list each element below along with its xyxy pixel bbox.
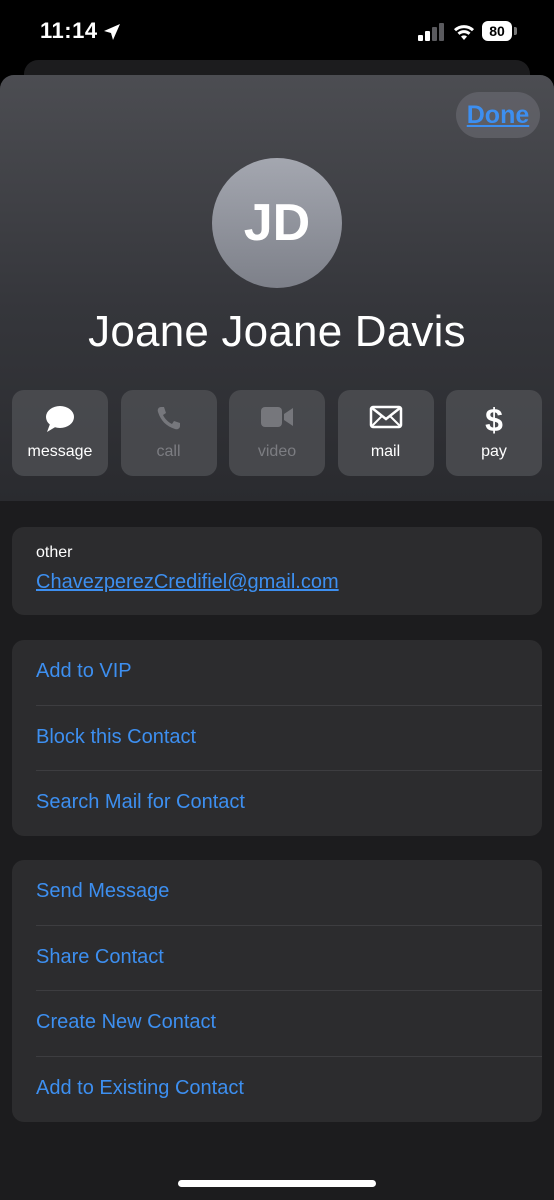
contact-name: Joane Joane Davis: [88, 307, 466, 356]
share-contact-row[interactable]: Share Contact: [12, 926, 542, 992]
dollar-icon: $: [485, 402, 503, 438]
mail-action-button[interactable]: mail: [337, 390, 434, 476]
send-message-row[interactable]: Send Message: [12, 860, 542, 926]
call-action-button[interactable]: call: [120, 390, 217, 476]
row-label: Add to VIP: [36, 660, 132, 682]
action-label: pay: [481, 443, 507, 460]
location-arrow-icon: [104, 24, 120, 40]
row-label: Search Mail for Contact: [36, 791, 245, 813]
email-address-link[interactable]: ChavezperezCredifiel@gmail.com: [36, 571, 339, 594]
row-label: Block this Contact: [36, 725, 197, 748]
contact-header: Done JD Joane Joane Davis message call v…: [0, 75, 554, 501]
video-action-button[interactable]: video: [229, 390, 325, 476]
quick-actions: message call video mail $ pay: [12, 390, 542, 476]
status-bar: 11:14 80: [0, 0, 554, 62]
envelope-icon: [369, 405, 402, 429]
contact-options-list: Send Message Share Contact Create New Co…: [12, 860, 542, 1122]
create-new-contact-row[interactable]: Create New Contact: [12, 991, 542, 1057]
wifi-icon: [453, 25, 475, 40]
home-indicator[interactable]: [178, 1180, 376, 1187]
row-label: Share Contact: [36, 945, 164, 968]
block-contact-row[interactable]: Block this Contact: [12, 706, 542, 772]
action-label: call: [156, 443, 181, 460]
add-to-existing-contact-row[interactable]: Add to Existing Contact: [12, 1057, 542, 1123]
phone-icon: [157, 407, 180, 430]
pay-action-button[interactable]: $ pay: [446, 390, 542, 476]
row-label: Create New Contact: [36, 1011, 217, 1033]
battery-icon: 80: [482, 21, 518, 41]
action-label: mail: [370, 443, 401, 460]
email-card: other ChavezperezCredifiel@gmail.com: [12, 527, 542, 615]
battery-level: 80: [482, 21, 512, 41]
row-label: Send Message: [36, 880, 170, 902]
add-to-vip-row[interactable]: Add to VIP: [12, 640, 542, 706]
video-camera-icon: [261, 407, 293, 427]
svg-text:$: $: [485, 404, 503, 436]
row-label: Add to Existing Contact: [36, 1076, 244, 1099]
contact-sheet: Done JD Joane Joane Davis message call v…: [0, 75, 554, 1200]
status-time: 11:14: [40, 18, 98, 43]
action-label: message: [27, 443, 93, 460]
search-mail-row[interactable]: Search Mail for Contact: [12, 771, 542, 837]
message-action-button[interactable]: message: [12, 390, 108, 476]
mail-options-list: Add to VIP Block this Contact Search Mai…: [12, 640, 542, 836]
message-bubble-icon: [46, 406, 74, 432]
cellular-signal-icon: [418, 23, 444, 41]
email-type-label: other: [36, 544, 73, 561]
done-button[interactable]: Done: [456, 92, 540, 138]
action-label: video: [257, 443, 297, 460]
avatar: JD: [212, 158, 342, 288]
